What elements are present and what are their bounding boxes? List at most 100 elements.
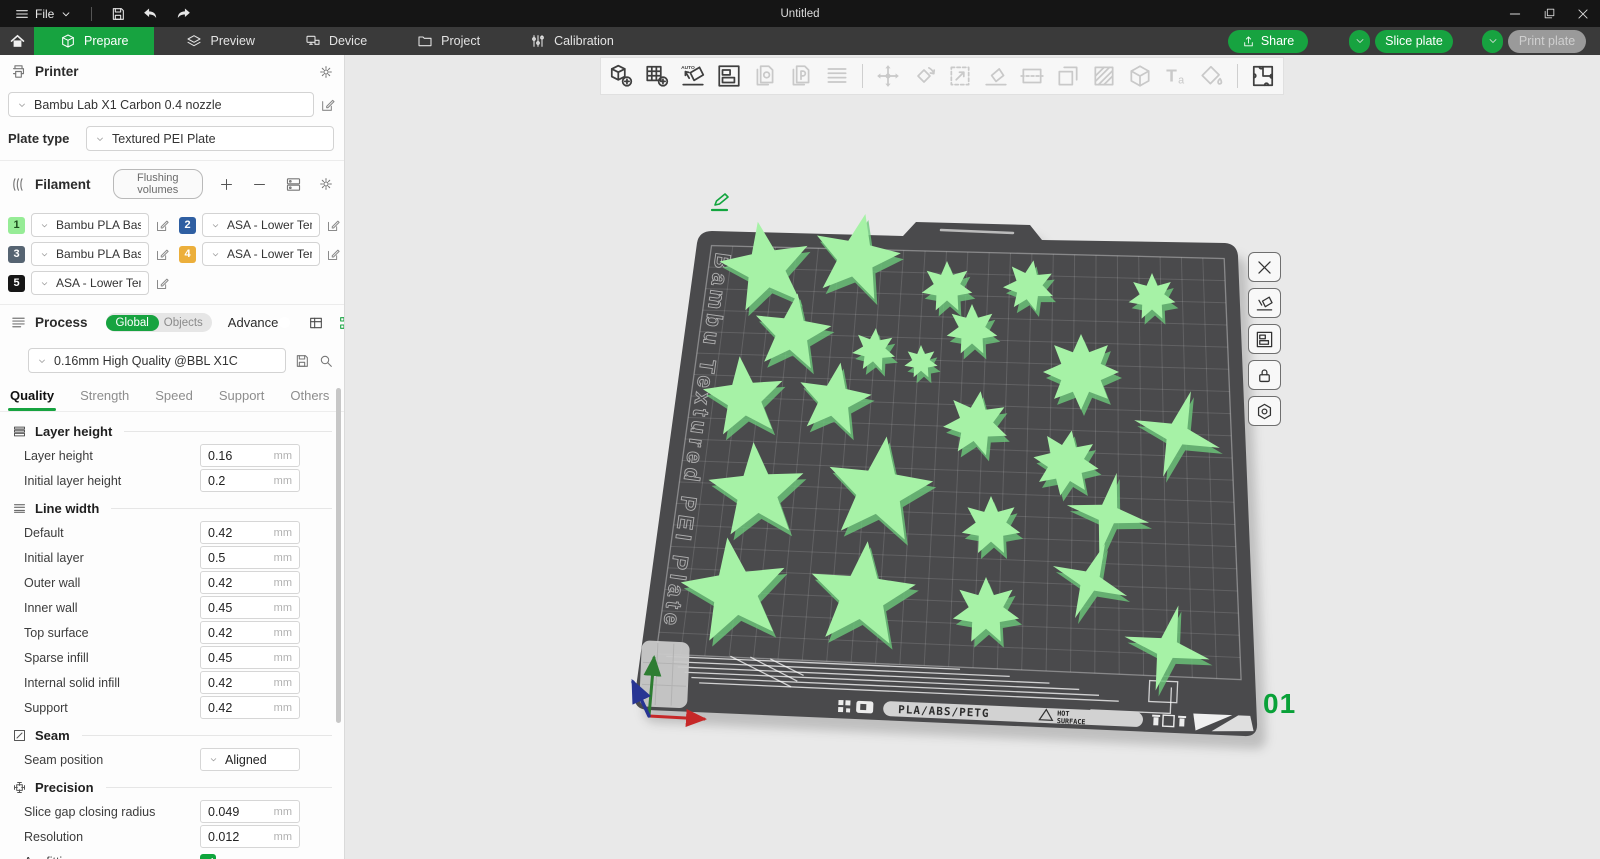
filament-2-badge[interactable]: 2 <box>179 216 196 234</box>
slice-plate-button[interactable]: Slice plate <box>1375 29 1453 53</box>
scope-objects[interactable]: Objects <box>159 315 212 331</box>
arrange-button[interactable] <box>711 59 747 93</box>
param-row-initial-layer: Initial layer 0.5 mm <box>0 545 344 570</box>
assembly-view-button[interactable] <box>1245 59 1281 93</box>
flushing-volumes-button[interactable]: Flushing volumes <box>112 169 203 199</box>
parameter-table-icon[interactable] <box>308 315 324 331</box>
wipe-tower-area[interactable] <box>639 640 690 709</box>
share-button[interactable]: Share <box>1228 29 1308 53</box>
remove-filament-button[interactable] <box>252 177 267 192</box>
compare-presets-icon[interactable] <box>338 315 344 331</box>
file-menu-label: File <box>35 6 55 21</box>
build-plate-scene[interactable]: Bambu Textured PEI PlatePLA/ABS/PETG HOTS… <box>345 55 1600 859</box>
filament-5-select[interactable]: ASA - Lower Temp <box>31 271 149 295</box>
add-plate-icon <box>644 63 670 89</box>
layer-height-icon <box>12 424 27 439</box>
plate-settings-button[interactable] <box>1248 396 1281 426</box>
search-settings-icon[interactable] <box>318 353 334 369</box>
edit-filament-1-icon[interactable] <box>155 218 173 233</box>
group-precision: Precision <box>0 772 344 799</box>
tab-label: Preview <box>210 34 255 48</box>
filament-icon <box>10 176 27 193</box>
printer-select[interactable]: Bambu Lab X1 Carbon 0.4 nozzle <box>8 92 314 117</box>
edit-filament-4-icon[interactable] <box>326 247 344 262</box>
lay-on-face-icon <box>983 63 1009 89</box>
save-button[interactable] <box>104 0 132 27</box>
process-tab-strength[interactable]: Strength <box>80 388 129 411</box>
close-button[interactable] <box>1566 0 1600 27</box>
param-select[interactable]: Aligned <box>200 748 300 771</box>
close-plate-button[interactable] <box>1248 252 1281 282</box>
process-profile-select[interactable]: 0.16mm High Quality @BBL X1C <box>28 348 286 373</box>
process-scope-toggle[interactable]: Global Objects <box>105 313 212 332</box>
lock-plate-button[interactable] <box>1248 360 1281 390</box>
param-unit: mm <box>273 601 292 614</box>
add-filament-button[interactable] <box>219 177 234 192</box>
filament-4-select[interactable]: ASA - Lower Temp <box>202 242 320 266</box>
add-object-button[interactable] <box>603 59 639 93</box>
param-input[interactable]: 0.45 mm <box>200 596 300 619</box>
param-input[interactable]: 0.012 mm <box>200 825 300 848</box>
param-unit: mm <box>273 805 292 818</box>
add-plate-button[interactable] <box>639 59 675 93</box>
file-menu[interactable]: File <box>8 0 79 27</box>
move-icon <box>875 63 901 89</box>
filament-5-badge[interactable]: 5 <box>8 274 25 292</box>
param-input[interactable]: 0.42 mm <box>200 671 300 694</box>
save-preset-icon[interactable] <box>294 353 310 369</box>
tab-calibration[interactable]: Calibration <box>512 27 632 55</box>
param-input[interactable]: 0.42 mm <box>200 696 300 719</box>
param-input[interactable]: 0.049 mm <box>200 800 300 823</box>
tab-prepare[interactable]: Prepare <box>34 27 155 55</box>
arrange-plate-button[interactable] <box>1248 324 1281 354</box>
param-input[interactable]: 0.42 mm <box>200 621 300 644</box>
printer-settings-gear-icon[interactable] <box>318 64 334 80</box>
param-label: Internal solid infill <box>24 675 120 690</box>
edit-filament-3-icon[interactable] <box>155 247 173 262</box>
filament-label: Bambu PLA Basic <box>56 247 141 261</box>
param-input[interactable]: 0.45 mm <box>200 646 300 669</box>
param-input[interactable]: 0.16 mm <box>200 444 300 467</box>
process-tab-quality[interactable]: Quality <box>7 388 57 411</box>
star-model-burst8[interactable] <box>1043 334 1119 410</box>
scope-global[interactable]: Global <box>105 314 159 331</box>
process-tab-others[interactable]: Others <box>290 388 329 411</box>
plate-type-select[interactable]: Textured PEI Plate <box>86 126 334 151</box>
param-input[interactable]: 0.42 mm <box>200 571 300 594</box>
print-plate-button[interactable]: Print plate <box>1508 29 1586 53</box>
edit-printer-icon[interactable] <box>320 97 336 113</box>
orient-plate-button[interactable] <box>1248 288 1281 318</box>
ams-sync-icon[interactable] <box>285 176 302 193</box>
home-button[interactable] <box>0 27 34 55</box>
edit-filament-5-icon[interactable] <box>155 276 173 291</box>
edit-filament-2-icon[interactable] <box>326 218 344 233</box>
param-checkbox[interactable] <box>200 853 216 859</box>
filament-3-select[interactable]: Bambu PLA Basic <box>31 242 149 266</box>
tab-device[interactable]: Device <box>287 27 385 55</box>
slice-options-chevron[interactable] <box>1349 29 1370 53</box>
tab-label: Device <box>328 34 368 48</box>
tab-preview[interactable]: Preview <box>168 27 272 55</box>
restore-button[interactable] <box>1532 0 1566 27</box>
param-input[interactable]: 0.5 mm <box>200 546 300 569</box>
minimize-button[interactable] <box>1498 0 1532 27</box>
3d-viewport[interactable]: Bambu Textured PEI Plate PLA/ABS/PETG HOT S… <box>345 55 1600 859</box>
param-input[interactable]: 0.42 mm <box>200 521 300 544</box>
process-tab-support[interactable]: Support <box>219 388 265 411</box>
process-tab-speed[interactable]: Speed <box>155 388 193 411</box>
filament-1-badge[interactable]: 1 <box>8 216 25 234</box>
undo-button[interactable] <box>136 0 165 27</box>
param-input[interactable]: 0.2 mm <box>200 469 300 492</box>
filament-2-select[interactable]: ASA - Lower Temp <box>202 213 320 237</box>
filament-settings-gear-icon[interactable] <box>318 176 334 192</box>
filament-4-badge[interactable]: 4 <box>179 245 196 263</box>
edit-plate-name-icon[interactable] <box>709 190 733 214</box>
print-options-chevron[interactable] <box>1482 29 1503 53</box>
auto-orient-button[interactable]: AUTO <box>675 59 711 93</box>
tab-project[interactable]: Project <box>399 27 498 55</box>
filament-3-badge[interactable]: 3 <box>8 245 25 263</box>
redo-button[interactable] <box>169 0 198 27</box>
filament-label: Bambu PLA Basic <box>56 218 141 232</box>
sidebar-scrollbar[interactable] <box>336 388 341 723</box>
filament-1-select[interactable]: Bambu PLA Basic <box>31 213 149 237</box>
